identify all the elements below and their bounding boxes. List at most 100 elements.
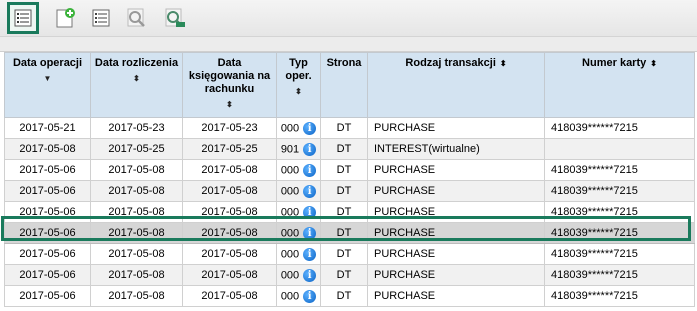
cell-data-rozliczenia: 2017-05-23 [90, 117, 183, 139]
cell-data-ksiegowania: 2017-05-08 [182, 243, 277, 265]
add-document-button[interactable] [52, 5, 78, 31]
cell-strona: DT [320, 243, 368, 265]
cell-data-rozliczenia: 2017-05-08 [90, 243, 183, 265]
cell-data-rozliczenia: 2017-05-08 [90, 180, 183, 202]
cell-data-ksiegowania: 2017-05-08 [182, 222, 277, 244]
cell-typ-oper: 000 i [276, 180, 321, 202]
cell-rodzaj-transakcji: PURCHASE [367, 159, 545, 181]
table-row[interactable]: 2017-05-06 2017-05-08 2017-05-08 000 i DT PURC… [4, 285, 695, 307]
info-icon[interactable]: i [303, 142, 317, 156]
cell-data-rozliczenia: 2017-05-08 [90, 285, 183, 307]
table-row[interactable]: 2017-05-06 2017-05-08 2017-05-08 000 i DT PURC… [4, 243, 695, 265]
cell-typ-oper: 000 i [276, 201, 321, 223]
column-header-typ-oper[interactable]: Typ oper. ⬍ [276, 52, 321, 118]
cell-typ-oper: 000 i [276, 222, 321, 244]
info-icon[interactable]: i [303, 184, 317, 198]
table-row[interactable]: 2017-05-08 2017-05-25 2017-05-25 901 i DT INTE… [4, 138, 695, 160]
table-row[interactable]: 2017-05-06 2017-05-08 2017-05-08 000 i DT PURC… [4, 222, 695, 244]
cell-numer-karty [544, 138, 695, 160]
column-header-data-ksiegowania[interactable]: Data księgowania na rachunku ⬍ [182, 52, 277, 118]
cell-rodzaj-transakcji: PURCHASE [367, 264, 545, 286]
cell-strona: DT [320, 264, 368, 286]
details-button[interactable] [88, 5, 114, 31]
advanced-search-button[interactable] [162, 5, 188, 31]
cell-rodzaj-transakcji: PURCHASE [367, 201, 545, 223]
advanced-search-icon [165, 8, 185, 27]
table-row[interactable]: 2017-05-06 2017-05-08 2017-05-08 000 i DT PURC… [4, 264, 695, 286]
info-icon[interactable]: i [303, 226, 317, 240]
table-row[interactable]: 2017-05-06 2017-05-08 2017-05-08 000 i DT PURC… [4, 201, 695, 223]
cell-data-ksiegowania: 2017-05-08 [182, 180, 277, 202]
cell-data-operacji: 2017-05-06 [4, 222, 91, 244]
cell-data-operacji: 2017-05-08 [4, 138, 91, 160]
info-icon[interactable]: i [303, 205, 317, 219]
cell-numer-karty: 418039******7215 [544, 243, 695, 265]
cell-typ-oper: 901 i [276, 138, 321, 160]
cell-data-operacji: 2017-05-06 [4, 243, 91, 265]
cell-strona: DT [320, 117, 368, 139]
column-header-numer-karty[interactable]: Numer karty ⬍ [544, 52, 695, 118]
cell-rodzaj-transakcji: PURCHASE [367, 117, 545, 139]
cell-rodzaj-transakcji: PURCHASE [367, 243, 545, 265]
cell-data-ksiegowania: 2017-05-08 [182, 201, 277, 223]
cell-strona: DT [320, 201, 368, 223]
cell-rodzaj-transakcji: PURCHASE [367, 180, 545, 202]
search-button[interactable] [124, 5, 150, 31]
list-view-icon [14, 9, 32, 27]
cell-rodzaj-transakcji: PURCHASE [367, 285, 545, 307]
cell-strona: DT [320, 222, 368, 244]
sort-desc-icon: ▼ [43, 74, 52, 83]
cell-typ-oper: 000 i [276, 285, 321, 307]
list-view-button[interactable] [7, 2, 39, 34]
table-header-row: Data operacji ▼ Data rozliczenia ⬍ Data … [4, 52, 695, 118]
cell-data-rozliczenia: 2017-05-08 [90, 264, 183, 286]
cell-strona: DT [320, 180, 368, 202]
table-row[interactable]: 2017-05-21 2017-05-23 2017-05-23 000 i DT PURC… [4, 117, 695, 139]
cell-typ-oper: 000 i [276, 159, 321, 181]
cell-typ-oper: 000 i [276, 243, 321, 265]
toolbar [0, 0, 697, 37]
info-icon[interactable]: i [303, 121, 317, 135]
info-icon[interactable]: i [303, 289, 317, 303]
column-header-rodzaj-transakcji[interactable]: Rodzaj transakcji ⬍ [367, 52, 545, 118]
info-icon[interactable]: i [303, 247, 317, 261]
table-row[interactable]: 2017-05-06 2017-05-08 2017-05-08 000 i DT PURC… [4, 180, 695, 202]
search-icon [127, 8, 145, 27]
details-icon [92, 9, 110, 27]
info-icon[interactable]: i [303, 268, 317, 282]
transactions-table: Data operacji ▼ Data rozliczenia ⬍ Data … [4, 52, 695, 307]
cell-numer-karty: 418039******7215 [544, 201, 695, 223]
cell-data-operacji: 2017-05-06 [4, 180, 91, 202]
cell-data-operacji: 2017-05-06 [4, 159, 91, 181]
cell-data-rozliczenia: 2017-05-08 [90, 159, 183, 181]
cell-data-operacji: 2017-05-21 [4, 117, 91, 139]
cell-data-rozliczenia: 2017-05-08 [90, 201, 183, 223]
cell-numer-karty: 418039******7215 [544, 180, 695, 202]
cell-strona: DT [320, 285, 368, 307]
sort-icon: ⬍ [499, 59, 507, 68]
table-body: 2017-05-21 2017-05-23 2017-05-23 000 i DT PURC… [4, 117, 695, 307]
cell-data-ksiegowania: 2017-05-23 [182, 117, 277, 139]
cell-data-ksiegowania: 2017-05-08 [182, 159, 277, 181]
sort-icon: ⬍ [133, 74, 140, 83]
column-header-data-operacji[interactable]: Data operacji ▼ [4, 52, 91, 118]
cell-data-ksiegowania: 2017-05-08 [182, 285, 277, 307]
sort-icon: ⬍ [650, 59, 657, 68]
cell-rodzaj-transakcji: INTEREST(wirtualne) [367, 138, 545, 160]
column-header-data-rozliczenia[interactable]: Data rozliczenia ⬍ [90, 52, 183, 118]
toolbar-subbar [0, 37, 697, 52]
cell-data-operacji: 2017-05-06 [4, 264, 91, 286]
cell-typ-oper: 000 i [276, 264, 321, 286]
cell-numer-karty: 418039******7215 [544, 159, 695, 181]
column-header-strona[interactable]: Strona [320, 52, 368, 118]
cell-numer-karty: 418039******7215 [544, 264, 695, 286]
cell-data-rozliczenia: 2017-05-25 [90, 138, 183, 160]
add-document-icon [56, 8, 75, 28]
cell-data-rozliczenia: 2017-05-08 [90, 222, 183, 244]
info-icon[interactable]: i [303, 163, 317, 177]
cell-strona: DT [320, 159, 368, 181]
cell-data-operacji: 2017-05-06 [4, 201, 91, 223]
table-row[interactable]: 2017-05-06 2017-05-08 2017-05-08 000 i DT PURC… [4, 159, 695, 181]
cell-data-ksiegowania: 2017-05-08 [182, 264, 277, 286]
cell-data-ksiegowania: 2017-05-25 [182, 138, 277, 160]
